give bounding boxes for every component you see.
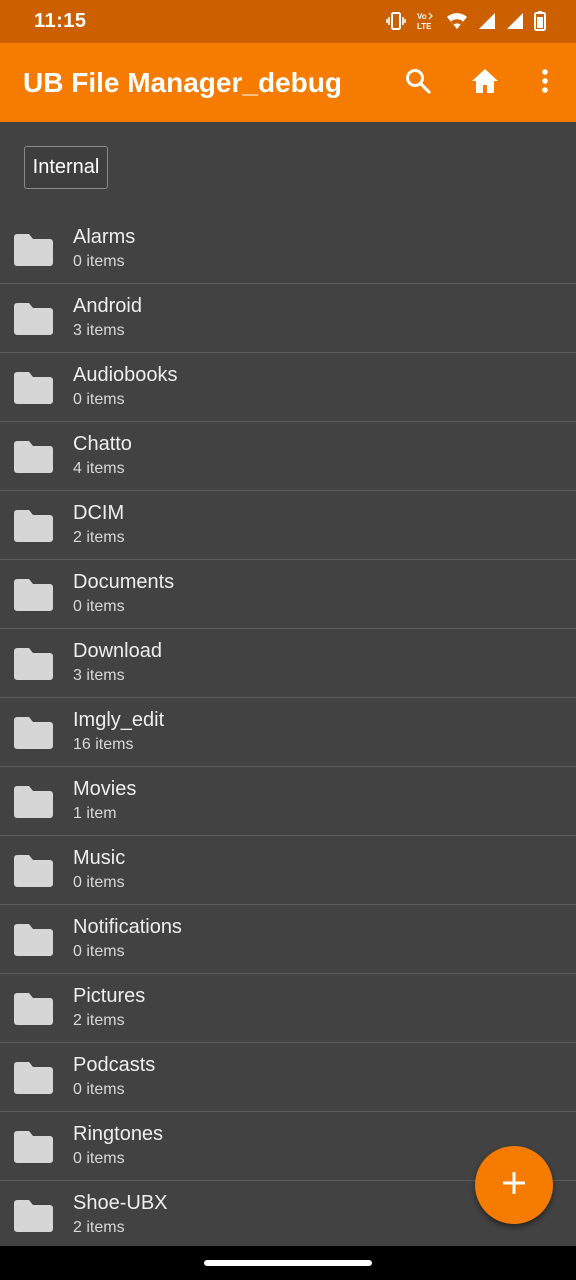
app-bar: UB File Manager_debug [0,43,576,122]
folder-item-count: 4 items [73,460,125,477]
navigation-bar [0,1246,576,1280]
folder-row[interactable]: Download 3 items [0,629,576,698]
wifi-icon [446,12,468,30]
folder-row[interactable]: Alarms 0 items [0,215,576,284]
folder-icon [14,510,53,542]
folder-item-count: 16 items [73,736,134,753]
folder-item-count: 1 item [73,805,117,822]
folder-name: Shoe-UBX [73,1192,168,1214]
folder-item-count: 0 items [73,253,125,270]
folder-icon [14,717,53,749]
folder-row[interactable]: Documents 0 items [0,560,576,629]
volte-icon: Vo LTE [416,11,436,31]
folder-icon [14,1200,53,1232]
folder-icon [14,1062,53,1094]
more-options-button[interactable] [525,63,565,103]
folder-item-count: 2 items [73,1012,125,1029]
folder-name: Ringtones [73,1123,164,1145]
vibrate-icon [386,12,406,30]
folder-row[interactable]: Chatto 4 items [0,422,576,491]
folder-row[interactable]: Android 3 items [0,284,576,353]
search-button[interactable] [398,63,438,103]
folder-row[interactable]: Audiobooks 0 items [0,353,576,422]
folder-item-count: 2 items [73,529,125,546]
folder-item-count: 3 items [73,667,125,684]
svg-text:Vo: Vo [417,12,427,21]
folder-icon [14,579,53,611]
home-button[interactable] [465,63,505,103]
folder-row[interactable]: Music 0 items [0,836,576,905]
folder-name: Notifications [73,916,182,938]
folder-icon [14,441,53,473]
folder-name: Audiobooks [73,364,178,386]
folder-name: Movies [73,778,137,800]
folder-item-count: 3 items [73,322,125,339]
folder-name: Alarms [73,226,136,248]
folder-name: Chatto [73,433,132,455]
folder-item-count: 0 items [73,943,125,960]
folder-item-count: 0 items [73,1150,125,1167]
plus-icon [502,1171,526,1199]
folder-name: Music [73,847,126,869]
folder-icon [14,993,53,1025]
signal-icon [506,12,524,30]
folder-item-count: 0 items [73,1081,125,1098]
folder-list: Alarms 0 items Android 3 items Audiobook… [0,215,576,1250]
folder-name: Pictures [73,985,146,1007]
folder-icon [14,303,53,335]
folder-item-count: 0 items [73,391,125,408]
gesture-handle[interactable] [204,1260,372,1266]
folder-row[interactable]: Imgly_edit 16 items [0,698,576,767]
folder-row[interactable]: Movies 1 item [0,767,576,836]
folder-name: Download [73,640,162,662]
folder-row[interactable]: DCIM 2 items [0,491,576,560]
status-time: 11:15 [34,10,87,32]
folder-name: Android [73,295,142,317]
status-icons: Vo LTE [386,10,546,32]
home-icon [471,68,499,99]
app-title: UB File Manager_debug [23,67,342,98]
svg-text:LTE: LTE [417,22,432,31]
folder-icon [14,855,53,887]
folder-name: Imgly_edit [73,709,165,731]
battery-icon [534,11,546,31]
folder-item-count: 2 items [73,1219,125,1236]
add-button[interactable] [475,1146,553,1224]
folder-item-count: 0 items [73,598,125,615]
signal-icon [478,12,496,30]
storage-chip-label: Internal [32,156,100,178]
folder-row[interactable]: Pictures 2 items [0,974,576,1043]
status-bar: 11:15 Vo LTE [0,0,576,43]
folder-item-count: 0 items [73,874,125,891]
folder-row[interactable]: Notifications 0 items [0,905,576,974]
folder-icon [14,372,53,404]
folder-name: DCIM [73,502,125,524]
folder-icon [14,924,53,956]
more-vert-icon [541,68,549,99]
folder-name: Podcasts [73,1054,156,1076]
search-icon [404,67,432,100]
folder-row[interactable]: Podcasts 0 items [0,1043,576,1112]
storage-chip-internal[interactable]: Internal [24,146,108,189]
folder-icon [14,1131,53,1163]
folder-icon [14,786,53,818]
folder-icon [14,234,53,266]
folder-icon [14,648,53,680]
folder-name: Documents [73,571,175,593]
